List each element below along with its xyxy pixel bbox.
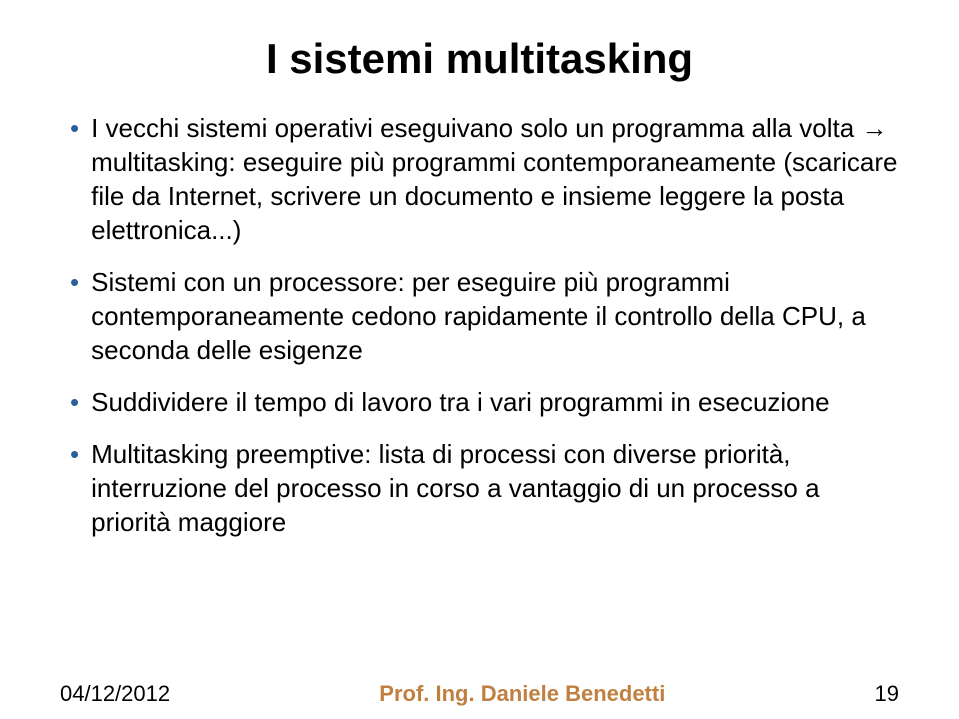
- footer-date: 04/12/2012: [60, 681, 170, 707]
- footer-page-number: 19: [875, 681, 899, 707]
- bullet-icon: •: [70, 385, 79, 419]
- bullet-item: • I vecchi sistemi operativi eseguivano …: [70, 111, 899, 247]
- bullet-text: Multitasking preemptive: lista di proces…: [91, 437, 899, 539]
- bullet-item: • Multitasking preemptive: lista di proc…: [70, 437, 899, 539]
- slide-content: • I vecchi sistemi operativi eseguivano …: [50, 111, 909, 539]
- bullet-text: Sistemi con un processore: per eseguire …: [91, 265, 899, 367]
- slide-footer: 04/12/2012 Prof. Ing. Daniele Benedetti …: [0, 681, 959, 707]
- bullet-text: Suddividere il tempo di lavoro tra i var…: [91, 385, 829, 419]
- bullet-item: • Suddividere il tempo di lavoro tra i v…: [70, 385, 899, 419]
- bullet-item: • Sistemi con un processore: per eseguir…: [70, 265, 899, 367]
- bullet-text: I vecchi sistemi operativi eseguivano so…: [91, 111, 899, 247]
- slide: I sistemi multitasking • I vecchi sistem…: [0, 0, 959, 719]
- slide-title: I sistemi multitasking: [50, 35, 909, 83]
- bullet-icon: •: [70, 265, 79, 299]
- bullet-icon: •: [70, 111, 79, 145]
- bullet-icon: •: [70, 437, 79, 471]
- footer-author: Prof. Ing. Daniele Benedetti: [170, 681, 874, 707]
